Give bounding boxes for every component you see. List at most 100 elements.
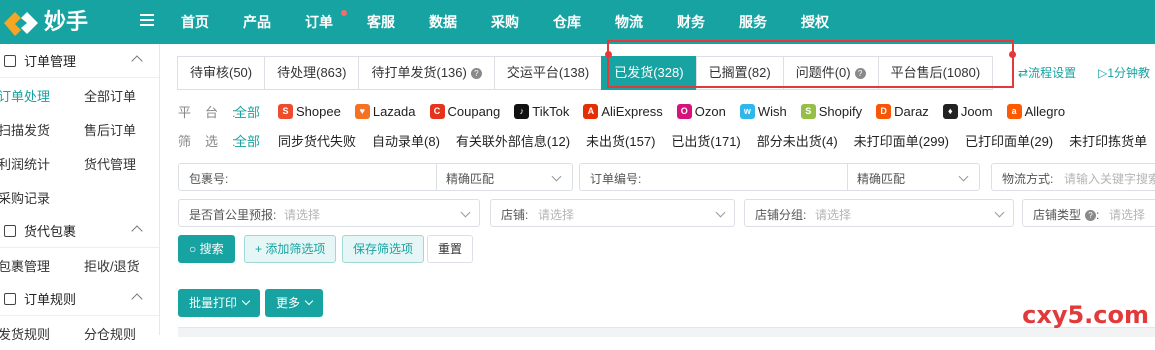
shop-select[interactable]: 店铺: 请选择 [490, 199, 735, 227]
sidebar-section-header[interactable]: 货代包裹 [0, 214, 159, 248]
highlight-annotation-box [605, 40, 1016, 88]
section-icon [4, 54, 16, 67]
logistics-method-input[interactable]: 请输入关键字搜索 [1064, 170, 1155, 187]
sidebar-item[interactable]: 采购记录 [0, 188, 84, 207]
sidebar-item[interactable]: 发货规则 [0, 324, 84, 343]
shop-type-placeholder: 请选择 [1109, 208, 1146, 222]
status-filter-item[interactable]: 已打印面单(29) [965, 131, 1053, 150]
chevron-down-icon [304, 296, 314, 306]
nav-item[interactable]: 客服 [351, 0, 411, 44]
logistics-method-field[interactable]: 物流方式: 请输入关键字搜索 [991, 163, 1155, 191]
nav-item[interactable]: 首页 [165, 0, 225, 44]
nav-item-label: 采购 [491, 14, 519, 30]
nav-item[interactable]: 数据 [413, 0, 473, 44]
shop-type-label: 店铺类型?: [1033, 208, 1100, 222]
status-filter-item[interactable]: 部分未出货(4) [757, 131, 838, 150]
platform-filter-ozon[interactable]: O Ozon [676, 103, 726, 119]
batch-print-label: 批量打印 [189, 296, 238, 310]
batch-print-button[interactable]: 批量打印 [178, 289, 261, 317]
platform-filter-allegro[interactable]: a Allegro [1006, 103, 1065, 119]
platform-filter-tiktok[interactable]: ♪ TikTok [514, 103, 570, 119]
first-mile-prewarn-placeholder: 请选择 [284, 208, 321, 222]
status-filter-item[interactable]: 自动录单(8) [372, 131, 440, 150]
status-filter-item[interactable]: 同步货代失败 [278, 131, 356, 150]
sidebar-section-title: 货代包裹 [24, 224, 77, 239]
shop-group-placeholder: 请选择 [815, 208, 852, 222]
platform-filter-coupang[interactable]: C Coupang [429, 103, 500, 119]
sidebar-item[interactable]: 售后订单 [84, 120, 158, 139]
status-filter-item[interactable]: 未打印拣货单 [1069, 131, 1147, 150]
sidebar-item[interactable]: 利润统计 [0, 154, 84, 173]
annotation-dot-left [605, 51, 612, 58]
platform-filter-wish[interactable]: w Wish [739, 103, 787, 119]
logo-mark-icon [4, 12, 38, 36]
platform-filter-lazada[interactable]: ♥ Lazada [354, 103, 416, 119]
more-button[interactable]: 更多 [265, 289, 324, 317]
sidebar-item[interactable]: 分仓规则 [84, 324, 158, 343]
daraz-icon: D [876, 103, 892, 119]
lazada-icon: ♥ [354, 103, 370, 119]
platform-name: TikTok [532, 103, 570, 119]
package-match-select[interactable]: 精确匹配 [446, 170, 494, 187]
sidebar-item[interactable]: 全部订单 [84, 86, 158, 105]
platform-filter-shopee[interactable]: S Shopee [278, 103, 341, 119]
add-filter-button[interactable]: + 添加筛选项 [244, 235, 337, 263]
order-number-field[interactable]: 订单编号: 精确匹配 [579, 163, 980, 191]
tutorial-label: 1分钟教 [1107, 66, 1150, 80]
first-mile-prewarn-select[interactable]: 是否首公里预报: 请选择 [178, 199, 480, 227]
status-filter-all[interactable]: 全部 [234, 131, 260, 150]
platform-filter-joom[interactable]: ♦ Joom [942, 103, 993, 119]
sidebar-section-header[interactable]: 订单规则 [0, 282, 159, 316]
status-filter-item[interactable]: 已出货(171) [671, 131, 740, 150]
shop-group-select[interactable]: 店铺分组: 请选择 [744, 199, 1014, 227]
process-settings-link[interactable]: ⇄流程设置 [1018, 64, 1076, 81]
reset-button[interactable]: 重置 [427, 235, 474, 263]
status-filter-item[interactable]: 未打印面单(299) [854, 131, 949, 150]
annotation-dot-right [1009, 51, 1016, 58]
platform-filter-aliexpress[interactable]: A AliExpress [583, 103, 663, 119]
nav-item[interactable]: 物流 [599, 0, 659, 44]
platform-name: Shopee [296, 103, 341, 119]
platform-name: Shopify [818, 103, 863, 119]
nav-item[interactable]: 订单 [289, 0, 349, 44]
sidebar-item[interactable]: 货代管理 [84, 154, 158, 173]
platform-filter-shopify[interactable]: S Shopify [800, 103, 863, 119]
tab-3[interactable]: 交运平台(138) [493, 56, 603, 90]
nav-item[interactable]: 仓库 [537, 0, 597, 44]
more-label: 更多 [276, 296, 301, 310]
order-match-select[interactable]: 精确匹配 [857, 170, 905, 187]
sidebar-item[interactable]: 扫描发货 [0, 120, 84, 139]
help-icon[interactable]: ? [470, 68, 482, 80]
help-icon[interactable]: ? [1085, 210, 1097, 222]
nav-item[interactable]: 采购 [475, 0, 535, 44]
platform-filter-all[interactable]: 全部 [234, 102, 260, 121]
shopify-icon: S [800, 103, 816, 119]
sidebar-item[interactable]: 包裹管理 [0, 256, 84, 275]
app-logo[interactable]: 妙手 [0, 2, 110, 42]
nav-item[interactable]: 服务 [723, 0, 783, 44]
chevron-down-icon [715, 207, 726, 218]
nav-item[interactable]: 财务 [661, 0, 721, 44]
sidebar-item[interactable]: 拒收/退货 [84, 256, 158, 275]
menu-toggle-icon[interactable] [140, 14, 154, 28]
status-filter-item[interactable]: 未出货(157) [586, 131, 655, 150]
tab-1[interactable]: 待处理(863) [264, 56, 360, 90]
chevron-down-icon [994, 207, 1005, 218]
chevron-down-icon [551, 171, 562, 182]
platform-filter-daraz[interactable]: D Daraz [876, 103, 929, 119]
save-filter-button[interactable]: 保存筛选项 [342, 235, 425, 263]
tab-0[interactable]: 待审核(50) [177, 56, 266, 90]
status-filter-item[interactable]: 有关联外部信息(12) [456, 131, 570, 150]
sidebar-item[interactable]: 订单处理 [0, 86, 84, 105]
shop-type-select[interactable]: 店铺类型?: 请选择 [1022, 199, 1155, 227]
package-number-field[interactable]: 包裹号: 精确匹配 [178, 163, 573, 191]
section-icon [4, 224, 16, 237]
tutorial-link[interactable]: ▷1分钟教 [1098, 64, 1150, 81]
search-button[interactable]: ○ 搜索 [178, 235, 235, 263]
nav-item[interactable]: 授权 [785, 0, 845, 44]
nav-item[interactable]: 产品 [227, 0, 287, 44]
tab-extra-links: ⇄流程设置 ▷1分钟教 [1018, 64, 1155, 81]
status-filter-list: 同步货代失败 自动录单(8) 有关联外部信息(12) 未出货(157) 已出货(171)… [278, 131, 1155, 150]
tab-2[interactable]: 待打单发货(136)? [358, 56, 495, 90]
sidebar-section-header[interactable]: 订单管理 [0, 44, 159, 78]
